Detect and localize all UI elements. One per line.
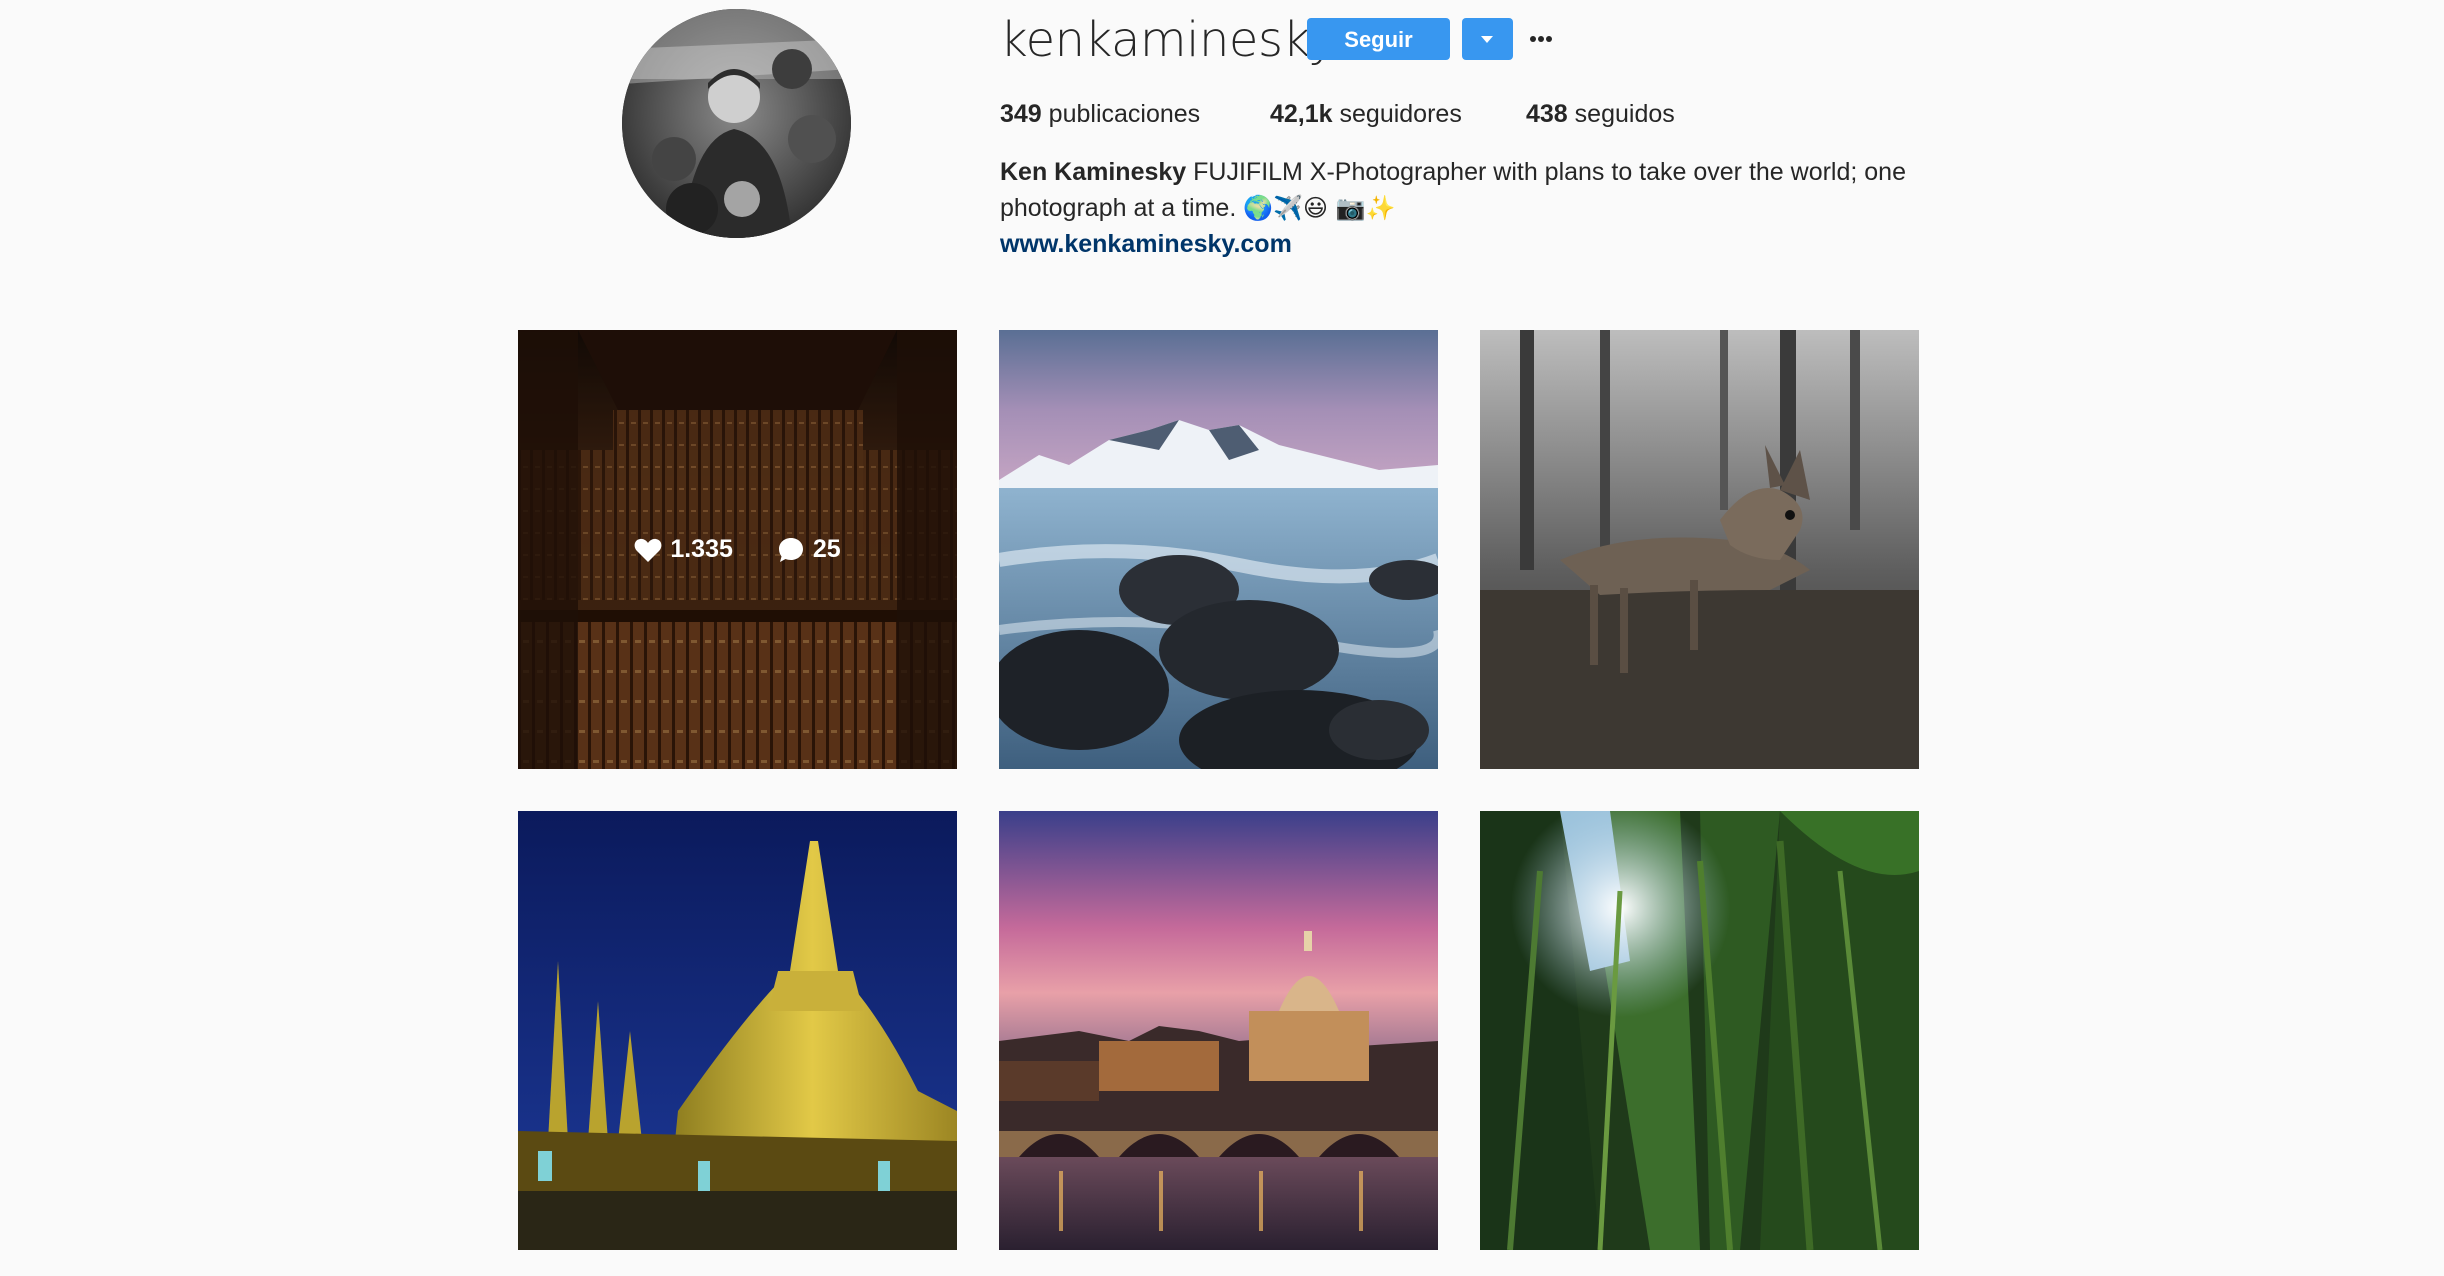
post-hover-overlay: 1.335 25	[518, 330, 957, 769]
post-comments: 25	[777, 535, 841, 564]
post-tile[interactable]	[999, 330, 1438, 769]
caret-down-icon	[1481, 36, 1493, 43]
post-image-rome	[999, 811, 1438, 1250]
ellipsis-icon	[1530, 36, 1552, 42]
post-tile[interactable]	[1480, 330, 1919, 769]
comment-icon	[778, 537, 803, 562]
avatar-photo	[622, 9, 851, 238]
profile-full-name: Ken Kaminesky	[1000, 158, 1187, 186]
posts-count: 349 publicaciones	[1000, 94, 1200, 134]
post-tile[interactable]: 1.335 25	[518, 330, 957, 769]
profile-bio: Ken Kaminesky FUJIFILM X-Photographer wi…	[1000, 154, 1960, 226]
post-likes: 1.335	[634, 535, 733, 564]
post-image-deer	[1480, 330, 1919, 769]
post-image-pagoda	[518, 811, 957, 1250]
profile-page: kenkaminesky Seguir 349 publicaciones 42…	[0, 0, 2444, 1276]
post-tile[interactable]	[1480, 811, 1919, 1250]
post-image-bamboo	[1480, 811, 1919, 1250]
following-count-label: seguidos	[1574, 100, 1675, 128]
post-image-seascape	[999, 330, 1438, 769]
heart-icon	[634, 538, 662, 562]
post-tile[interactable]	[999, 811, 1438, 1250]
more-options-button[interactable]	[1530, 20, 1556, 56]
followers-count-value: 42,1k	[1270, 100, 1333, 128]
follow-button[interactable]: Seguir	[1307, 18, 1450, 60]
bio-emoji: 🌍✈️😃 📷✨	[1243, 194, 1396, 222]
profile-avatar[interactable]	[622, 9, 851, 238]
posts-count-value: 349	[1000, 100, 1042, 128]
followers-count-label: seguidores	[1339, 100, 1462, 128]
post-comments-count: 25	[812, 535, 841, 563]
post-likes-count: 1.335	[670, 535, 733, 563]
following-count[interactable]: 438 seguidos	[1526, 94, 1675, 134]
profile-username: kenkaminesky	[1000, 12, 1336, 68]
profile-website-link[interactable]: www.kenkaminesky.com	[1000, 226, 1292, 262]
posts-count-label: publicaciones	[1048, 100, 1201, 128]
followers-count[interactable]: 42,1k seguidores	[1270, 94, 1462, 134]
post-tile[interactable]	[518, 811, 957, 1250]
following-count-value: 438	[1526, 100, 1568, 128]
follow-options-button[interactable]	[1462, 18, 1513, 60]
